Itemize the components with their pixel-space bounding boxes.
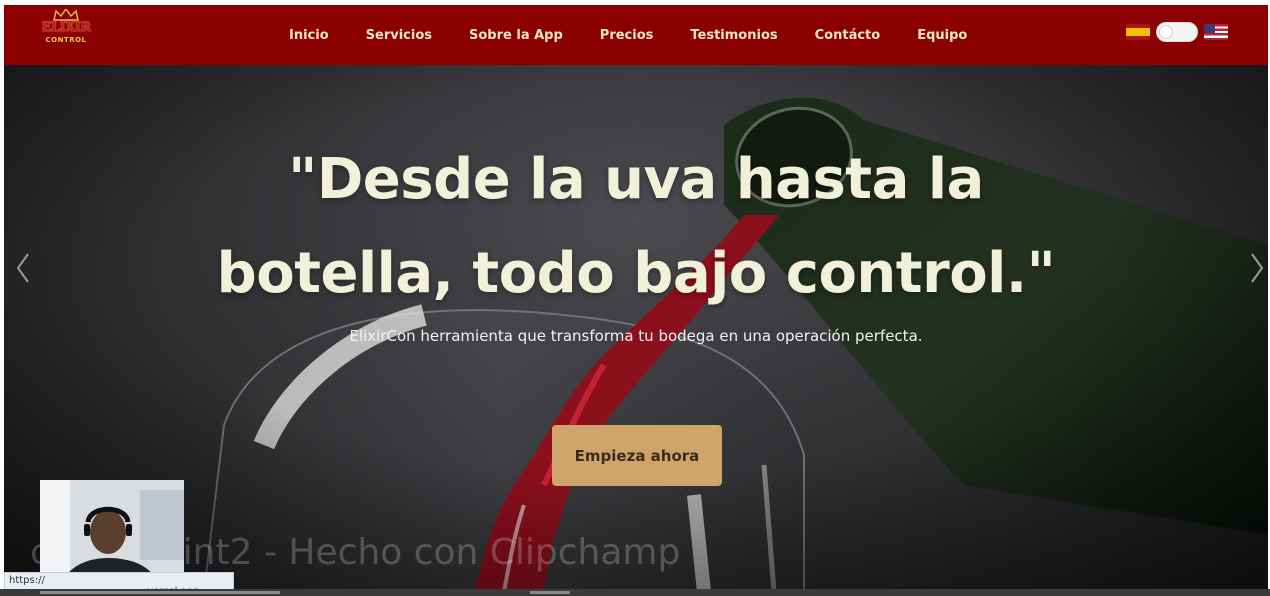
nav-link-precios[interactable]: Precios	[600, 28, 654, 43]
video-progress-bar[interactable]	[0, 589, 1270, 596]
top-navbar: ELIXIR CONTROL Inicio Servicios Sobre la…	[4, 5, 1268, 65]
toggle-knob	[1159, 25, 1173, 39]
nav-menu: Inicio Servicios Sobre la App Precios Te…	[289, 5, 967, 65]
elixir-control-logo[interactable]: ELIXIR CONTROL	[38, 9, 94, 55]
progress-segment	[40, 591, 280, 594]
browser-viewport: ELIXIR CONTROL Inicio Servicios Sobre la…	[4, 5, 1268, 592]
nav-link-equipo[interactable]: Equipo	[917, 28, 967, 43]
usa-flag-icon	[1204, 24, 1228, 40]
nav-link-testimonios[interactable]: Testimonios	[690, 28, 777, 43]
logo-wordmark: ELIXIR	[41, 20, 91, 35]
nav-link-sobre-la-app[interactable]: Sobre la App	[469, 28, 563, 43]
nav-link-contacto[interactable]: Contácto	[815, 28, 881, 43]
hero-headline-line1: "Desde la uva hasta la	[288, 147, 984, 212]
hero-section: "Desde la uva hasta la botella, todo baj…	[4, 65, 1268, 592]
language-switcher	[1126, 22, 1228, 42]
logo-subtitle: CONTROL	[45, 36, 87, 44]
spain-flag-icon	[1126, 24, 1150, 40]
start-now-button[interactable]: Empieza ahora	[552, 425, 722, 486]
hero-subtext: ElixirCon herramienta que transforma tu …	[349, 327, 923, 345]
nav-link-servicios[interactable]: Servicios	[366, 28, 432, 43]
hero-headline-line2: botella, todo bajo control."	[216, 241, 1056, 306]
nav-link-inicio[interactable]: Inicio	[289, 28, 329, 43]
progress-segment	[530, 591, 570, 594]
hero-headline: "Desde la uva hasta la botella, todo baj…	[4, 133, 1268, 321]
language-toggle[interactable]	[1156, 22, 1198, 42]
carousel-prev-arrow-icon[interactable]	[14, 250, 32, 286]
carousel-next-arrow-icon[interactable]	[1248, 250, 1266, 286]
status-url-prefix: https://	[9, 575, 45, 586]
